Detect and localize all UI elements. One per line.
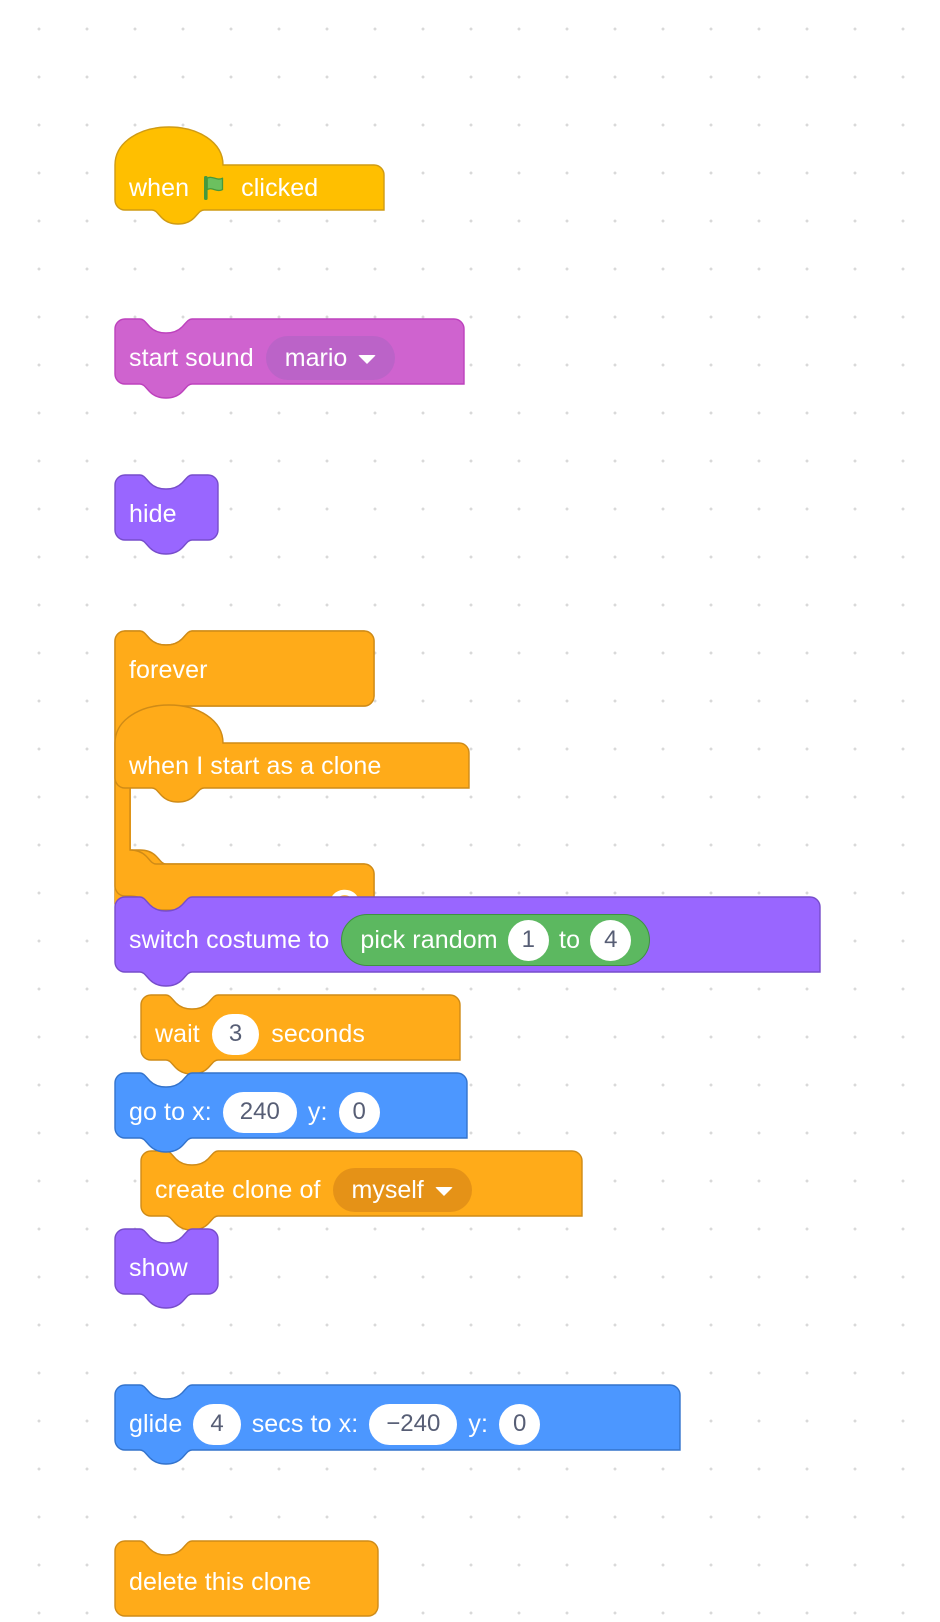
- start-sound-label: start sound: [129, 343, 254, 372]
- delete-this-clone-block[interactable]: delete this clone: [114, 1540, 380, 1618]
- go-to-xy-block[interactable]: go to x: 240 y: 0: [114, 1072, 469, 1153]
- when-flag-clicked-block[interactable]: when clicked: [114, 126, 385, 225]
- chevron-down-icon: [358, 354, 377, 364]
- go-to-y-label: y:: [307, 1097, 328, 1126]
- green-flag-icon: [200, 173, 230, 203]
- pick-random-from-input[interactable]: 1: [507, 919, 550, 961]
- pick-random-to-input[interactable]: 4: [590, 919, 632, 961]
- hide-label: hide: [129, 499, 177, 528]
- script-clone-start[interactable]: when I start as a clone switch costume t…: [114, 704, 822, 1617]
- show-block[interactable]: show: [114, 1228, 220, 1309]
- block-workspace-canvas[interactable]: when clicked start sound mario hide fore…: [0, 0, 940, 1617]
- go-to-x-input[interactable]: 240: [222, 1091, 297, 1133]
- pick-random-label: pick random: [360, 925, 498, 954]
- forever-label: forever: [129, 655, 208, 684]
- when-flag-label: when: [129, 173, 190, 202]
- glide-label: glide: [129, 1409, 183, 1438]
- clicked-label: clicked: [241, 173, 319, 202]
- glide-y-input[interactable]: 0: [499, 1403, 541, 1445]
- glide-to-xy-block[interactable]: glide 4 secs to x: −240 y: 0: [114, 1384, 682, 1465]
- when-i-start-as-clone-label: when I start as a clone: [129, 751, 382, 780]
- sound-dropdown-value: mario: [284, 343, 348, 372]
- when-i-start-as-clone-block[interactable]: when I start as a clone: [114, 704, 470, 803]
- show-label: show: [129, 1253, 188, 1282]
- start-sound-block[interactable]: start sound mario: [114, 318, 466, 399]
- pick-random-block[interactable]: pick random 1 to 4: [341, 914, 651, 966]
- sound-dropdown[interactable]: mario: [265, 336, 396, 380]
- glide-y-label: y:: [468, 1409, 488, 1438]
- delete-this-clone-label: delete this clone: [129, 1567, 312, 1596]
- glide-secs-label: secs to x:: [251, 1409, 359, 1438]
- switch-costume-label: switch costume to: [129, 925, 330, 954]
- glide-x-input[interactable]: −240: [369, 1403, 458, 1445]
- pick-random-to-label: to: [559, 925, 581, 954]
- glide-secs-input[interactable]: 4: [193, 1403, 241, 1445]
- hide-block[interactable]: hide: [114, 474, 220, 555]
- go-to-y-input[interactable]: 0: [338, 1091, 380, 1133]
- switch-costume-block[interactable]: switch costume to pick random 1 to 4: [114, 896, 822, 987]
- go-to-x-label: go to x:: [129, 1097, 212, 1126]
